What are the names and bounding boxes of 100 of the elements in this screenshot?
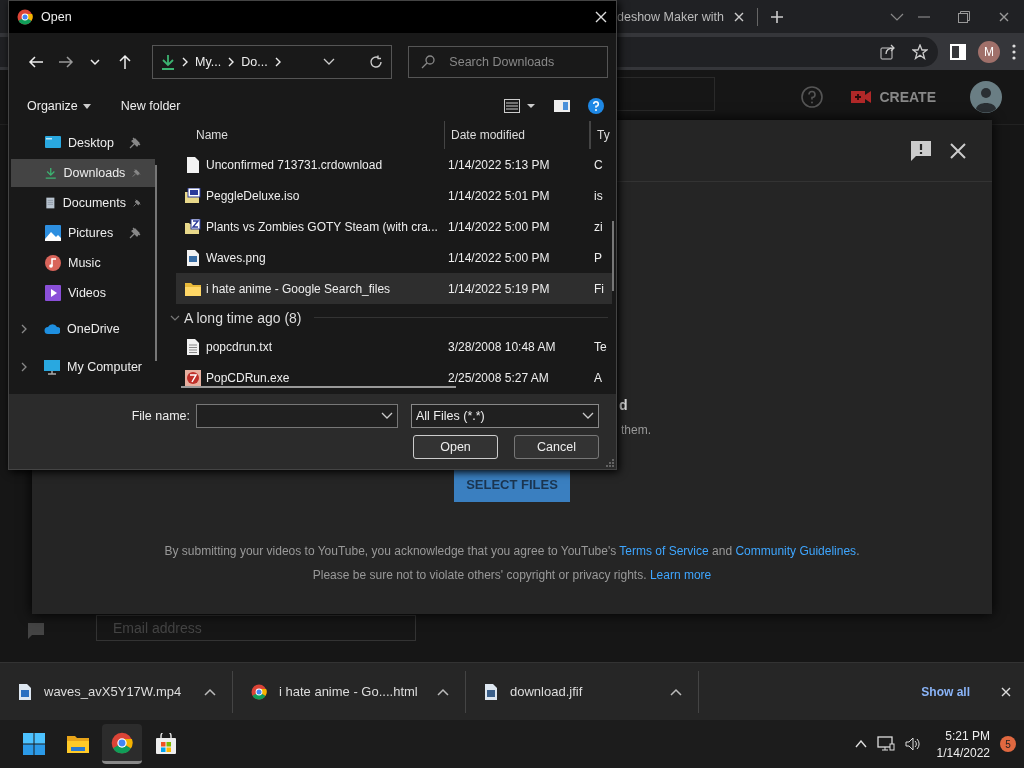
resize-grip-icon <box>606 459 614 467</box>
file-row[interactable]: Unconfirmed 713731.crdownload 1/14/2022 5:13 PM C <box>176 149 612 180</box>
notification-badge[interactable]: 5 <box>1000 736 1016 752</box>
file-row[interactable]: PopCDRun.exe 2/25/2008 5:27 AM A <box>176 362 612 393</box>
video-file-icon <box>18 683 32 700</box>
chrome-button[interactable] <box>102 724 142 764</box>
sidebar-item[interactable]: Downloads <box>11 159 155 187</box>
open-button[interactable]: Open <box>413 435 498 459</box>
search-icon <box>421 55 436 69</box>
new-folder-button[interactable]: New folder <box>118 95 183 117</box>
close-icon[interactable] <box>998 10 1010 23</box>
address-field[interactable]: My... Do... <box>152 45 393 79</box>
text-file-icon <box>185 338 201 355</box>
new-tab-icon[interactable] <box>770 9 784 24</box>
search-field[interactable]: Search Downloads <box>408 46 608 78</box>
file-row[interactable]: i hate anime - Google Search_files 1/14/2022 5:19 PM Fi <box>176 273 612 304</box>
chrome-icon <box>111 731 133 754</box>
preview-pane-icon[interactable] <box>554 100 570 112</box>
file-row[interactable]: popcdrun.txt 3/28/2008 10:48 AM Te <box>176 331 612 362</box>
breadcrumb-item[interactable]: My... <box>195 55 222 69</box>
sidebar-item[interactable]: Documents <box>11 189 155 217</box>
type-cell-text: Fi <box>593 281 605 296</box>
chrome-icon <box>251 683 267 700</box>
music-icon <box>45 255 61 271</box>
caret-up-icon[interactable] <box>854 740 867 748</box>
terms-text: By submitting your videos to YouTube, you acknowledge that you agree to YouTube's Terms of Service and Community Guidelines. <box>164 544 860 558</box>
file-icon <box>185 156 201 173</box>
show-all-link[interactable]: Show all <box>917 678 974 705</box>
caret-up-icon[interactable] <box>204 687 216 696</box>
video-icon <box>45 285 61 301</box>
group-header[interactable]: A long time ago (8) <box>170 304 616 331</box>
profile-avatar[interactable]: M <box>978 40 1000 63</box>
upload-text: them. <box>621 423 651 437</box>
file-row[interactable]: Waves.png 1/14/2022 5:00 PM P <box>176 242 612 273</box>
type-cell-text: P <box>593 250 603 265</box>
picture-icon <box>45 225 61 241</box>
start-icon <box>23 733 45 755</box>
date-cell-text: 1/14/2022 5:19 PM <box>448 281 551 296</box>
create-button[interactable]: CREATE <box>845 88 942 106</box>
column-header[interactable]: Name <box>164 121 445 149</box>
cloud-icon <box>44 321 60 337</box>
star-icon[interactable] <box>912 43 928 60</box>
share-icon[interactable] <box>880 43 896 60</box>
file-row[interactable]: PeggleDeluxe.iso 1/14/2022 5:01 PM is <box>176 180 612 211</box>
breadcrumb-item[interactable]: Do... <box>241 55 268 69</box>
sidebar-item[interactable]: Pictures <box>11 219 155 247</box>
sidebar-item[interactable]: Desktop <box>11 129 155 157</box>
refresh-icon[interactable] <box>369 55 384 69</box>
file-name: popcdrun.txt <box>206 339 273 354</box>
cancel-button[interactable]: Cancel <box>514 435 599 459</box>
volume-icon[interactable] <box>904 737 921 751</box>
restore-icon[interactable] <box>958 10 970 23</box>
field-label: File name: <box>131 409 190 423</box>
sidebar-item[interactable]: Music <box>11 249 155 277</box>
clock[interactable]: 5:21 PM 1/14/2022 <box>936 728 990 760</box>
download-item[interactable]: waves_avX5Y17W.mp4 <box>0 670 233 713</box>
date-cell-text: 3/28/2008 10:48 AM <box>448 339 557 354</box>
organize-button[interactable]: Organize <box>25 95 93 117</box>
scrollbar[interactable] <box>612 221 614 291</box>
file-name: Waves.png <box>206 250 266 265</box>
type-cell-text: zi <box>593 219 604 234</box>
scrollbar[interactable] <box>155 165 157 361</box>
close-icon[interactable] <box>950 142 966 159</box>
column-header[interactable]: Ty <box>590 121 610 149</box>
chrome-icon <box>17 9 33 25</box>
file-type-dropdown[interactable]: All Files (*.*) <box>411 404 599 428</box>
sidebar-item[interactable]: My Computer <box>11 351 155 383</box>
avatar-icon[interactable] <box>970 81 1002 113</box>
text-link[interactable]: Terms of Service <box>619 544 709 558</box>
browser-tab[interactable]: deshow Maker with <box>617 9 733 24</box>
menu-icon[interactable] <box>1012 43 1016 60</box>
download-item[interactable]: download.jfif <box>466 670 699 713</box>
search-placeholder: Search Downloads <box>449 55 555 69</box>
store-bag-icon <box>155 733 177 755</box>
chevron-down-icon[interactable] <box>323 58 336 66</box>
type-cell-text: Te <box>593 339 608 354</box>
sidebar-item[interactable]: OneDrive <box>11 313 155 345</box>
file-row[interactable]: Plants vs Zombies GOTY Steam (with cra... 1/14/2022 5:00 PM zi <box>176 211 612 242</box>
minimize-icon[interactable] <box>918 15 930 18</box>
feedback-icon[interactable] <box>910 139 932 162</box>
file-name: i hate anime - Go....html <box>279 684 419 699</box>
side-panel-icon[interactable] <box>950 43 966 60</box>
scrollbar[interactable] <box>181 386 456 388</box>
sidebar-item[interactable]: Videos <box>11 279 155 307</box>
help-icon[interactable] <box>588 98 604 114</box>
camera-icon <box>851 90 872 104</box>
file-name-field[interactable] <box>196 404 398 428</box>
download-icon <box>45 165 57 181</box>
download-item[interactable]: i hate anime - Go....html <box>233 670 466 713</box>
text-link[interactable]: Learn more <box>649 568 712 582</box>
list-view-icon[interactable] <box>504 99 536 113</box>
close-icon[interactable] <box>733 10 745 23</box>
date-cell-text: 2/25/2008 5:27 AM <box>448 370 550 385</box>
column-header[interactable]: Date modified <box>445 121 590 149</box>
caret-up-icon[interactable] <box>437 687 449 696</box>
caret-up-icon[interactable] <box>670 687 682 696</box>
forward-icon[interactable] <box>57 54 74 70</box>
back-icon[interactable] <box>27 54 44 70</box>
network-icon[interactable] <box>876 736 895 752</box>
folder-icon <box>67 733 89 755</box>
